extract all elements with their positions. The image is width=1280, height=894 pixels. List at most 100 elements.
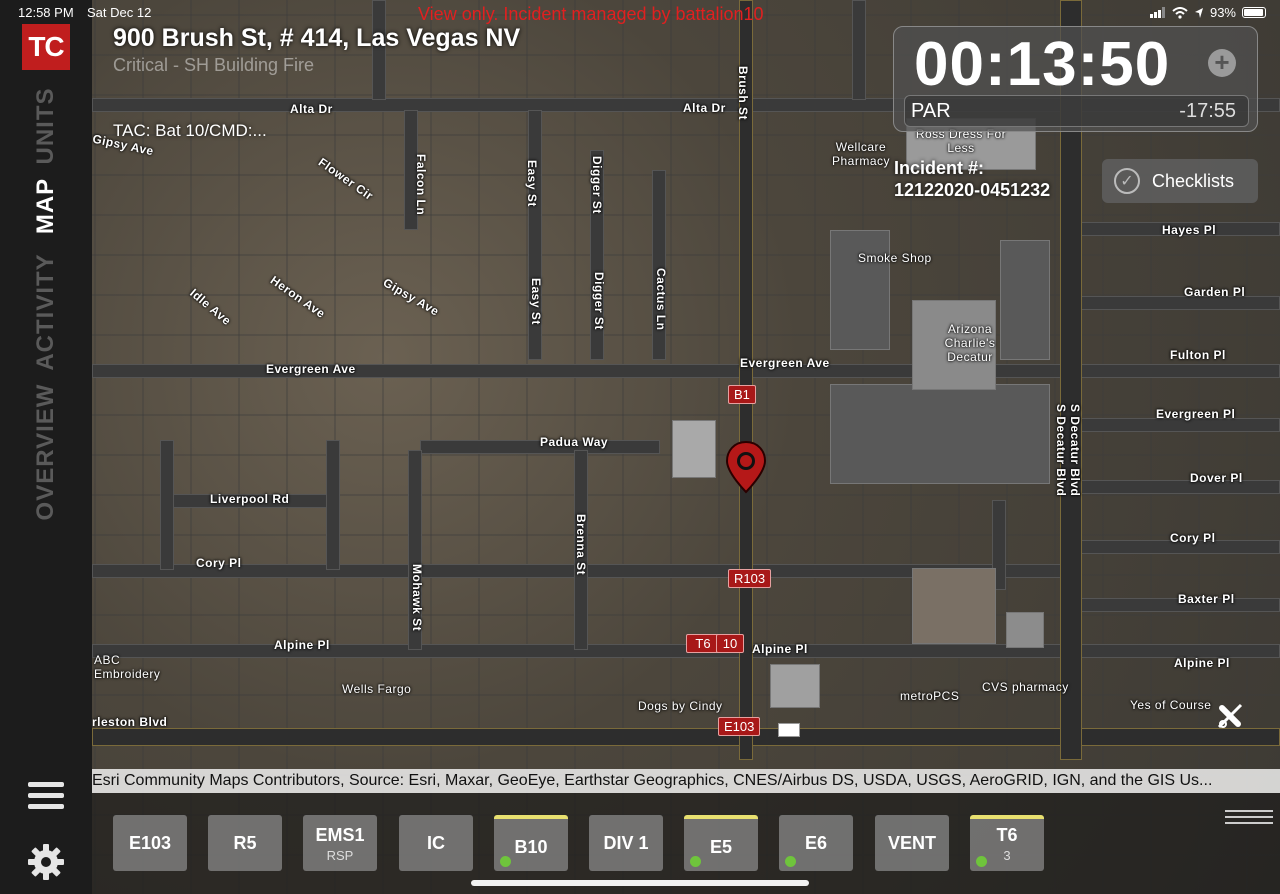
battery-icon xyxy=(1242,7,1266,18)
unit-button[interactable]: E103 xyxy=(113,815,187,871)
street-label: Cory Pl xyxy=(196,556,242,570)
street-label: Idle Ave xyxy=(187,285,234,329)
street-label: Easy St xyxy=(529,278,543,325)
incident-number-label: Incident #: xyxy=(894,158,985,178)
street-label: Alta Dr xyxy=(683,101,726,115)
street-label: Gipsy Ave xyxy=(380,275,442,319)
vehicle-marker[interactable] xyxy=(778,723,800,737)
road xyxy=(326,440,340,570)
checklists-label: Checklists xyxy=(1152,170,1235,191)
status-time: 12:58 PM xyxy=(18,5,74,20)
status-icons: 93% xyxy=(1149,5,1266,20)
menu-icon[interactable] xyxy=(28,782,64,810)
street-label: Digger St xyxy=(590,156,604,214)
status-dot-icon xyxy=(785,856,796,867)
unit-status: RSP xyxy=(326,848,354,863)
street-label: Cory Pl xyxy=(1170,531,1216,545)
road xyxy=(652,170,666,360)
building xyxy=(672,420,716,478)
street-label: Easy St xyxy=(525,160,539,207)
street-label: S Decatur Blvd xyxy=(1054,404,1068,497)
poi-label: Yes of Course xyxy=(1130,698,1212,712)
street-label: S Decatur Blvd xyxy=(1068,404,1082,497)
street-label: Garden Pl xyxy=(1184,285,1246,299)
home-indicator[interactable] xyxy=(471,880,809,886)
road xyxy=(1080,296,1280,310)
checklists-button[interactable]: ✓ Checklists xyxy=(1102,159,1258,203)
unit-name: E5 xyxy=(709,837,733,857)
street-label: Fulton Pl xyxy=(1170,348,1226,362)
street-label: Hayes Pl xyxy=(1162,223,1217,237)
street-label: Alta Dr xyxy=(290,102,333,116)
street-label: Alpine Pl xyxy=(752,642,808,656)
status-date: Sat Dec 12 xyxy=(87,5,152,20)
unit-button[interactable]: DIV 1 xyxy=(589,815,663,871)
unit-button[interactable]: R5 xyxy=(208,815,282,871)
map-pin-icon[interactable] xyxy=(724,440,768,494)
unit-name: EMS1 xyxy=(315,825,365,845)
street-label: Flower Cir xyxy=(315,155,376,203)
incident-address: 900 Brush St, # 414, Las Vegas NV xyxy=(113,24,521,52)
road xyxy=(92,728,1280,746)
street-label: Baxter Pl xyxy=(1178,592,1235,606)
tac-channel[interactable]: TAC: Bat 10/CMD:... xyxy=(113,121,267,141)
signal-icon xyxy=(1149,7,1165,18)
unit-name: E6 xyxy=(804,833,828,853)
check-circle-icon: ✓ xyxy=(1114,168,1140,194)
elapsed-timer: 00:13:50 xyxy=(914,30,1171,99)
unit-button[interactable]: E5 xyxy=(684,815,758,871)
street-label: Brenna St xyxy=(574,514,588,576)
status-dot-icon xyxy=(976,856,987,867)
street-label: Heron Ave xyxy=(267,273,328,321)
unit-marker-10[interactable]: 10 xyxy=(716,634,744,653)
incident-timer-panel: 00:13:50 + PAR -17:55 xyxy=(893,26,1258,132)
wifi-icon xyxy=(1172,6,1188,19)
road xyxy=(160,440,174,570)
unit-marker-r103[interactable]: R103 xyxy=(728,569,772,588)
parking-lot xyxy=(830,230,890,350)
unit-button[interactable]: T6 3 xyxy=(970,815,1044,871)
status-dot-icon xyxy=(500,856,511,867)
par-countdown: -17:55 xyxy=(1179,100,1236,122)
unit-name: T6 xyxy=(996,825,1018,845)
street-label: Digger St xyxy=(592,272,606,330)
tab-overview[interactable]: OVERVIEW xyxy=(32,384,60,521)
view-only-notice: View only. Incident managed by battalion… xyxy=(418,4,764,24)
street-label: Brush St xyxy=(736,66,750,121)
building xyxy=(770,664,820,708)
incident-number: 12122020-0451232 xyxy=(894,180,1051,200)
app-logo[interactable]: TC xyxy=(22,24,70,70)
street-label: Cactus Ln xyxy=(654,268,668,331)
gear-icon[interactable] xyxy=(26,842,66,882)
par-label: PAR xyxy=(911,100,951,122)
unit-button[interactable]: EMS1 RSP xyxy=(303,815,377,871)
unit-marker-e103[interactable]: E103 xyxy=(718,717,761,736)
unit-button[interactable]: B10 xyxy=(494,815,568,871)
par-timer-button[interactable]: PAR -17:55 xyxy=(904,95,1249,127)
unit-button[interactable]: VENT xyxy=(875,815,949,871)
poi-label: Smoke Shop xyxy=(858,251,932,265)
status-dot-icon xyxy=(690,856,701,867)
unit-name: DIV 1 xyxy=(603,833,649,853)
location-arrow-icon xyxy=(1194,7,1203,18)
unit-marker-b1[interactable]: B1 xyxy=(728,385,756,404)
building xyxy=(1006,612,1044,648)
unit-marker-t6[interactable]: T6 xyxy=(686,634,720,653)
street-label: Falcon Ln xyxy=(414,154,428,216)
unit-button[interactable]: IC xyxy=(399,815,473,871)
tray-grip-handle[interactable] xyxy=(1225,810,1273,826)
tab-activity[interactable]: ACTIVITY xyxy=(32,253,60,370)
poi-label: Arizona Charlie's Decatur xyxy=(944,322,996,364)
parking-lot xyxy=(912,568,996,644)
street-label: Liverpool Rd xyxy=(210,492,290,506)
street-label: Padua Way xyxy=(540,435,609,449)
tab-units[interactable]: UNITS xyxy=(32,88,60,165)
street-label: Alpine Pl xyxy=(274,638,330,652)
tab-map[interactable]: MAP xyxy=(32,178,60,234)
add-timer-button[interactable]: + xyxy=(1208,49,1236,77)
unit-button[interactable]: E6 xyxy=(779,815,853,871)
street-label: rleston Blvd xyxy=(92,715,168,729)
street-label: Dover Pl xyxy=(1190,471,1243,485)
poi-label: CVS pharmacy xyxy=(982,680,1069,694)
no-gps-icon[interactable] xyxy=(1214,700,1246,732)
